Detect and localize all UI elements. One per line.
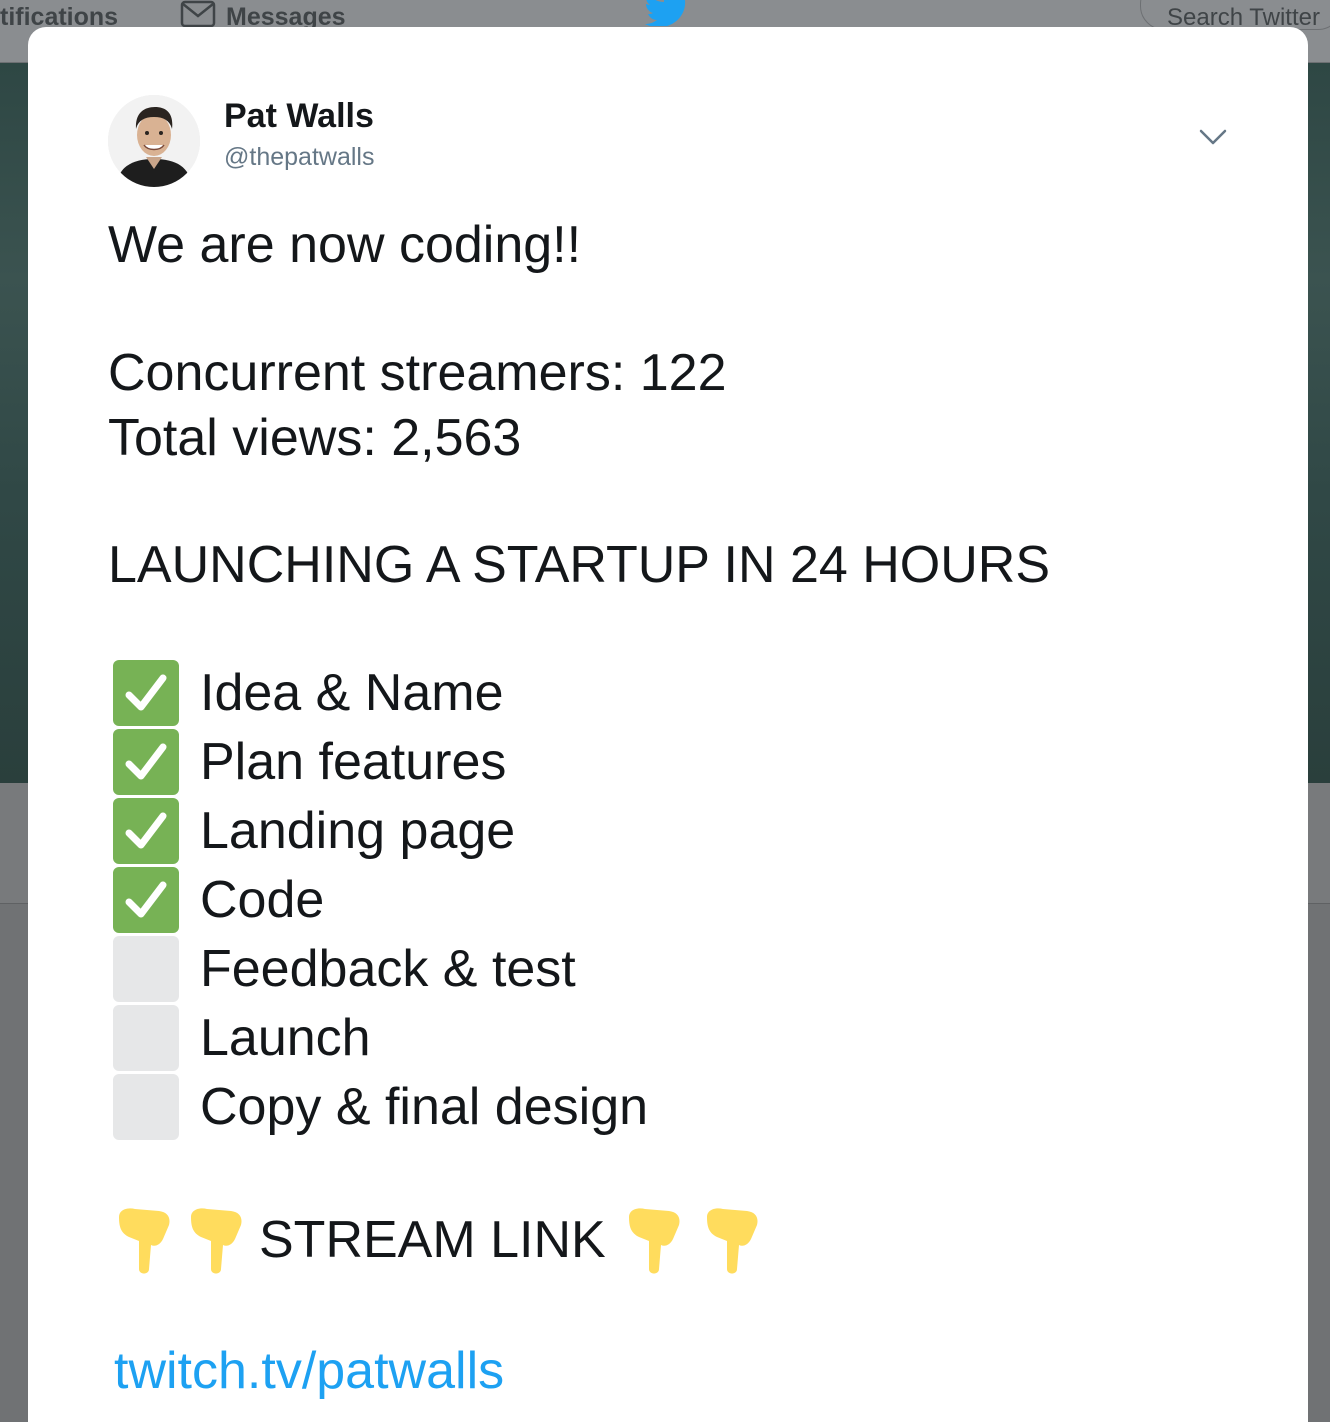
checklist-item: Landing page — [113, 798, 1113, 864]
checklist-item-label: Copy & final design — [200, 1078, 649, 1136]
check-mark-icon — [113, 660, 179, 726]
tweet-text-streamers: Concurrent streamers: 122 — [108, 344, 727, 402]
checklist-item: Launch — [113, 1005, 1113, 1071]
checklist-item: Plan features — [113, 729, 1113, 795]
author-display-name[interactable]: Pat Walls — [224, 95, 374, 137]
avatar[interactable] — [108, 95, 200, 187]
pointing-down-icon — [629, 1208, 680, 1274]
stream-link-row: STREAM LINK — [113, 1205, 913, 1275]
empty-checkbox-icon — [113, 1074, 179, 1140]
checklist-item: Feedback & test — [113, 936, 1113, 1002]
empty-checkbox-icon — [113, 1005, 179, 1071]
pointing-down-icon — [191, 1208, 242, 1274]
pointing-down-icon — [707, 1208, 758, 1274]
checklist-item-label: Code — [200, 871, 325, 929]
checklist-item-label: Plan features — [200, 733, 507, 791]
search-input[interactable]: Search Twitter — [1140, 0, 1330, 31]
tweet-modal: Pat Walls @thepatwalls We are now coding… — [28, 27, 1308, 1422]
checklist-item-label: Idea & Name — [200, 664, 504, 722]
checklist-item-label: Feedback & test — [200, 940, 576, 998]
author-handle[interactable]: @thepatwalls — [224, 141, 374, 173]
avatar-photo — [108, 95, 200, 187]
envelope-icon — [180, 0, 216, 28]
pointing-down-icon — [119, 1208, 170, 1274]
chevron-down-icon[interactable] — [1198, 127, 1228, 149]
checklist-item-label: Launch — [200, 1009, 371, 1067]
check-mark-icon — [113, 798, 179, 864]
twitter-bird-icon[interactable] — [645, 0, 689, 26]
stream-link-label: STREAM LINK — [259, 1211, 606, 1269]
twitch-link[interactable]: twitch.tv/patwalls — [114, 1339, 504, 1403]
check-mark-icon — [113, 867, 179, 933]
checklist-item: Copy & final design — [113, 1074, 1113, 1140]
tweet-text-intro: We are now coding!! — [108, 216, 582, 274]
check-mark-icon — [113, 729, 179, 795]
empty-checkbox-icon — [113, 936, 179, 1002]
checklist-item: Code — [113, 867, 1113, 933]
checklist-item: Idea & Name — [113, 660, 1113, 726]
checklist-item-label: Landing page — [200, 802, 516, 860]
tweet-text-headline: LAUNCHING A STARTUP IN 24 HOURS — [108, 536, 1051, 594]
tweet-text-views: Total views: 2,563 — [108, 409, 522, 467]
